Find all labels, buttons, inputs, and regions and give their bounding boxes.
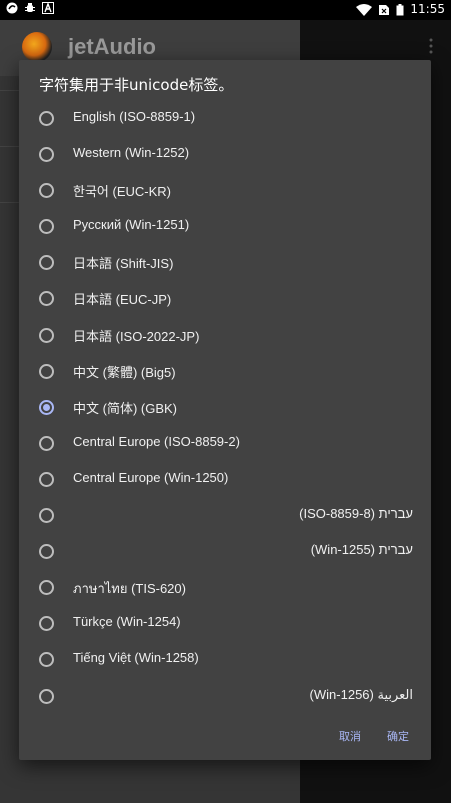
status-right: 11:55 <box>356 2 445 17</box>
radio-unchecked-icon[interactable] <box>39 616 54 632</box>
charset-option[interactable]: العربية (Win-1256) <box>19 678 431 714</box>
charset-option[interactable]: Tiếng Việt (Win-1258) <box>19 641 431 677</box>
radio-unchecked-icon[interactable] <box>39 219 54 235</box>
radio-unchecked-icon[interactable] <box>39 544 54 560</box>
charset-option[interactable]: English (ISO-8859-1) <box>19 100 431 136</box>
charset-option[interactable]: Central Europe (Win-1250) <box>19 461 431 497</box>
screen: 11:55 jetAudio 字符集用于非unicode标签。 English … <box>0 0 451 803</box>
radio-unchecked-icon[interactable] <box>39 183 54 199</box>
charset-option-label: Central Europe (Win-1250) <box>73 469 229 485</box>
wifi-icon <box>356 3 373 16</box>
charset-option-label: ภาษาไทย (TIS-620) <box>73 581 186 597</box>
charset-option-label: Western (Win-1252) <box>73 145 190 161</box>
charset-option-label: 日本語 (EUC-JP) <box>73 292 172 308</box>
charset-option[interactable]: עברית (Win-1255) <box>19 533 431 569</box>
app-title: jetAudio <box>68 34 156 59</box>
charset-option-label: עברית (ISO-8859-8) <box>299 506 413 522</box>
charset-option-label: Central Europe (ISO-8859-2) <box>73 433 240 449</box>
charset-option[interactable]: ภาษาไทย (TIS-620) <box>19 569 431 605</box>
a-box-icon <box>42 2 54 14</box>
charset-option[interactable]: עברית (ISO-8859-8) <box>19 497 431 533</box>
charset-option[interactable]: 한국어 (EUC-KR) <box>19 172 431 208</box>
charset-option-label: 한국어 (EUC-KR) <box>73 184 171 200</box>
charset-option-label: Русский (Win-1251) <box>73 217 190 233</box>
status-bar: 11:55 <box>0 0 451 20</box>
charset-option-label: 日本語 (Shift-JIS) <box>73 256 174 272</box>
charset-option-label: עברית (Win-1255) <box>310 542 413 558</box>
radio-unchecked-icon[interactable] <box>39 471 54 487</box>
radio-unchecked-icon[interactable] <box>39 291 54 307</box>
charset-dialog: 字符集用于非unicode标签。 English (ISO-8859-1) Wes… <box>19 60 431 760</box>
cancel-button[interactable]: 取消 <box>339 726 361 746</box>
charset-option[interactable]: Türkçe (Win-1254) <box>19 605 431 641</box>
bug-icon <box>25 3 35 12</box>
charset-option[interactable]: 日本語 (ISO-2022-JP) <box>19 317 431 353</box>
charset-option[interactable]: 日本語 (Shift-JIS) <box>19 244 431 280</box>
radio-unchecked-icon[interactable] <box>39 580 54 596</box>
charset-option-label: 中文 (简体) (GBK) <box>73 400 177 416</box>
charset-option-label: العربية (Win-1256) <box>309 686 413 702</box>
radio-unchecked-icon[interactable] <box>39 327 54 343</box>
jetaudio-logo-icon <box>22 32 52 62</box>
radio-unchecked-icon[interactable] <box>39 652 54 668</box>
battery-icon <box>396 3 404 15</box>
charset-option[interactable]: 中文 (简体) (GBK) <box>19 389 431 425</box>
radio-unchecked-icon[interactable] <box>39 508 54 524</box>
overflow-menu-icon[interactable] <box>429 38 433 54</box>
charset-option-label: Türkçe (Win-1254) <box>73 614 181 630</box>
charset-option[interactable]: Русский (Win-1251) <box>19 208 431 244</box>
radio-unchecked-icon[interactable] <box>39 147 54 163</box>
app-notification-icon <box>6 2 18 14</box>
charset-option[interactable]: Central Europe (ISO-8859-2) <box>19 425 431 461</box>
dialog-title: 字符集用于非unicode标签。 <box>39 76 234 94</box>
radio-unchecked-icon[interactable] <box>39 255 54 271</box>
radio-unchecked-icon[interactable] <box>39 111 54 126</box>
charset-option-label: 日本語 (ISO-2022-JP) <box>73 328 200 344</box>
radio-unchecked-icon[interactable] <box>39 435 54 451</box>
charset-option-list: English (ISO-8859-1) Western (Win-1252) 한국… <box>19 100 431 714</box>
dialog-actions: 取消 确定 <box>339 726 409 746</box>
status-time: 11:55 <box>410 2 445 16</box>
charset-option-label: Tiếng Việt (Win-1258) <box>73 650 199 666</box>
radio-checked-icon[interactable] <box>39 399 54 415</box>
charset-option-label: English (ISO-8859-1) <box>73 109 196 124</box>
charset-option-label: 中文 (繁體) (Big5) <box>73 364 176 380</box>
charset-option[interactable]: Western (Win-1252) <box>19 136 431 172</box>
status-left <box>6 2 54 14</box>
radio-unchecked-icon[interactable] <box>39 688 54 704</box>
charset-option[interactable]: 日本語 (EUC-JP) <box>19 280 431 316</box>
radio-unchecked-icon[interactable] <box>39 363 54 379</box>
sim-x-icon <box>379 4 390 15</box>
charset-option[interactable]: 中文 (繁體) (Big5) <box>19 353 431 389</box>
ok-button[interactable]: 确定 <box>387 726 409 746</box>
